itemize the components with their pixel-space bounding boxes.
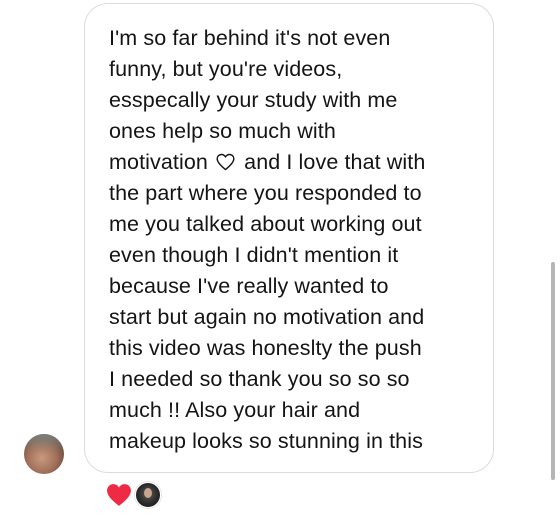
message-line: ones help so much with <box>109 119 336 143</box>
message-bubble[interactable]: I'm so far behind it's not even funny, b… <box>84 3 494 473</box>
message-reactions[interactable] <box>106 481 161 509</box>
message-line: esspecally your study with me <box>109 88 398 112</box>
message-text: motivation <box>109 150 208 174</box>
chat-thread: I'm so far behind it's not even funny, b… <box>0 0 560 514</box>
message-line: funny, but you're videos, <box>109 57 343 81</box>
message-line: even though I didn't mention it <box>109 243 399 267</box>
message-text: and I love that with <box>244 150 426 174</box>
heart-filled-icon[interactable] <box>106 482 132 508</box>
message-line: I needed so thank you so so so <box>109 367 410 391</box>
message-line: because I've really wanted to <box>109 274 389 298</box>
message-line: the part where you responded to <box>109 181 422 205</box>
message-line: me you talked about working out <box>109 212 422 236</box>
message-line: motivation and I love that with <box>109 150 425 174</box>
sender-avatar[interactable] <box>24 434 64 474</box>
avatar-shade <box>24 434 64 452</box>
reactor-avatar[interactable] <box>135 482 161 508</box>
message-line: I'm so far behind it's not even <box>109 26 391 50</box>
heart-outline-icon <box>216 153 235 171</box>
message-line: makeup looks so stunning in this <box>109 429 423 453</box>
message-line: start but again no motivation and <box>109 305 425 329</box>
message-line: much !! Also your hair and <box>109 398 361 422</box>
message-line: this video was honeslty the push <box>109 336 422 360</box>
scrollbar[interactable] <box>551 262 555 480</box>
reactor-avatar-face <box>144 488 152 498</box>
